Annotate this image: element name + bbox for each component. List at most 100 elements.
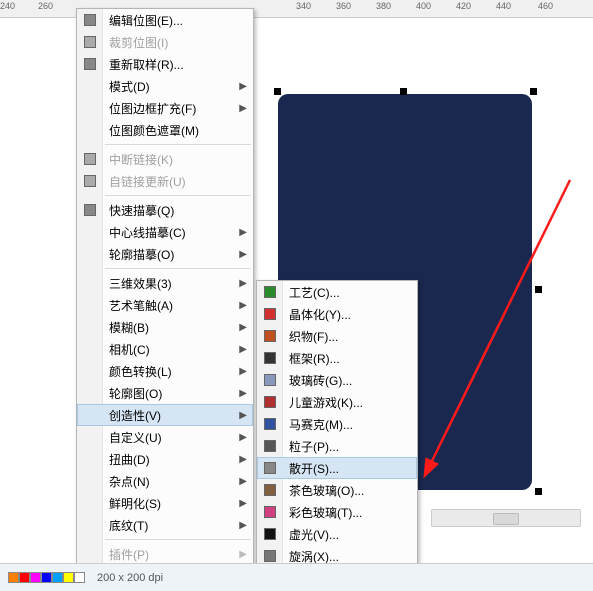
- menu-item-mosaic[interactable]: 马赛克(M)...: [257, 413, 417, 435]
- submenu-arrow-icon: ▶: [239, 388, 247, 399]
- menu-item-edit-bitmap[interactable]: 编辑位图(E)...: [77, 9, 253, 31]
- menu-item-frame[interactable]: 框架(R)...: [257, 347, 417, 369]
- ruler-mark: 360: [336, 1, 351, 11]
- color-swatch[interactable]: [74, 572, 85, 583]
- submenu-arrow-icon: ▶: [239, 300, 247, 311]
- menu-item-艺术笔触(A)[interactable]: 艺术笔触(A) ▶: [77, 294, 253, 316]
- menu-item-位图颜色遮罩(M)[interactable]: 位图颜色遮罩(M): [77, 119, 253, 141]
- selection-handle[interactable]: [400, 88, 407, 95]
- menu-item-杂点(N)[interactable]: 杂点(N)▶: [77, 470, 253, 492]
- fabric-icon: [262, 328, 278, 344]
- menu-item-label: 艺术笔触(A): [109, 297, 173, 314]
- status-bar: 200 x 200 dpi: [0, 563, 593, 591]
- menu-item-模糊(B)[interactable]: 模糊(B)▶: [77, 316, 253, 338]
- menu-item-quick-trace[interactable]: 快速描摹(Q): [77, 199, 253, 221]
- color-swatch[interactable]: [30, 572, 41, 583]
- menu-item-label: 鲜明化(S): [109, 495, 161, 512]
- submenu-arrow-icon: ▶: [239, 344, 247, 355]
- menu-item-label: 自链接更新(U): [109, 173, 186, 190]
- submenu-arrow-icon: ▶: [239, 410, 247, 421]
- menu-item-label: 散开(S)...: [289, 460, 339, 477]
- menu-item-label: 位图边框扩充(F): [109, 100, 196, 117]
- resample-icon: [82, 56, 98, 72]
- menu-item-相机(C)[interactable]: 相机(C) ▶: [77, 338, 253, 360]
- menu-item-颜色转换(L)[interactable]: 颜色转换(L) ▶: [77, 360, 253, 382]
- menu-item-resample[interactable]: 重新取样(R)...: [77, 53, 253, 75]
- crop-bitmap-icon: [82, 34, 98, 50]
- menu-separator: [105, 539, 251, 540]
- menu-item-update-link: 自链接更新(U): [77, 170, 253, 192]
- menu-item-模式(D)[interactable]: 模式(D) ▶: [77, 75, 253, 97]
- menu-item-label: 晶体化(Y)...: [289, 306, 351, 323]
- ruler-mark: 340: [296, 1, 311, 11]
- menu-item-particle[interactable]: 粒子(P)...: [257, 435, 417, 457]
- submenu-arrow-icon: ▶: [239, 81, 247, 92]
- selection-handle[interactable]: [274, 88, 281, 95]
- menu-item-轮廓图(O)[interactable]: 轮廓图(O) ▶: [77, 382, 253, 404]
- menu-item-fabric[interactable]: 织物(F)...: [257, 325, 417, 347]
- menu-item-label: 中断链接(K): [109, 151, 173, 168]
- menu-item-vignette[interactable]: 虚光(V)...: [257, 523, 417, 545]
- submenu-arrow-icon: ▶: [239, 278, 247, 289]
- bitmap-menu: 编辑位图(E)... 裁剪位图(I) 重新取样(R)... 模式(D) ▶ 位图边框扩充(…: [76, 8, 254, 566]
- menu-item-插件(P): 插件(P) ▶: [77, 543, 253, 565]
- menu-item-自定义(U)[interactable]: 自定义(U)▶: [77, 426, 253, 448]
- color-palette[interactable]: [8, 572, 85, 583]
- color-swatch[interactable]: [52, 572, 63, 583]
- menu-item-label: 中心线描摹(C): [109, 224, 186, 241]
- menu-item-stained[interactable]: 彩色玻璃(T)...: [257, 501, 417, 523]
- menu-item-label: 儿童游戏(K)...: [289, 394, 363, 411]
- menu-item-label: 彩色玻璃(T)...: [289, 504, 362, 521]
- submenu-arrow-icon: ▶: [239, 322, 247, 333]
- menu-item-glass-block[interactable]: 玻璃砖(G)...: [257, 369, 417, 391]
- craft-icon: [262, 284, 278, 300]
- menu-item-crystal[interactable]: 晶体化(Y)...: [257, 303, 417, 325]
- menu-separator: [105, 144, 251, 145]
- menu-item-label: 相机(C): [109, 341, 150, 358]
- submenu-arrow-icon: ▶: [239, 549, 247, 560]
- submenu-arrow-icon: ▶: [239, 498, 247, 509]
- edit-bitmap-icon: [82, 12, 98, 28]
- menu-item-label: 裁剪位图(I): [109, 34, 168, 51]
- menu-item-三维效果(3)[interactable]: 三维效果(3)▶: [77, 272, 253, 294]
- menu-item-scatter[interactable]: 散开(S)...: [257, 457, 417, 479]
- status-dpi: 200 x 200 dpi: [97, 572, 163, 584]
- menu-item-位图边框扩充(F)[interactable]: 位图边框扩充(F)▶: [77, 97, 253, 119]
- menu-item-craft[interactable]: 工艺(C)...: [257, 281, 417, 303]
- menu-item-label: 粒子(P)...: [289, 438, 339, 455]
- menu-item-label: 快速描摹(Q): [109, 202, 174, 219]
- selection-handle[interactable]: [530, 88, 537, 95]
- menu-item-扭曲(D)[interactable]: 扭曲(D) ▶: [77, 448, 253, 470]
- color-swatch[interactable]: [19, 572, 30, 583]
- menu-item-label: 杂点(N): [109, 473, 150, 490]
- menu-item-label: 模式(D): [109, 78, 150, 95]
- color-swatch[interactable]: [41, 572, 52, 583]
- quick-trace-icon: [82, 202, 98, 218]
- submenu-arrow-icon: ▶: [239, 454, 247, 465]
- menu-item-中心线描摹(C)[interactable]: 中心线描摹(C)▶: [77, 221, 253, 243]
- menu-item-label: 自定义(U): [109, 429, 162, 446]
- menu-item-轮廓描摹(O)[interactable]: 轮廓描摹(O)▶: [77, 243, 253, 265]
- frame-icon: [262, 350, 278, 366]
- menu-item-label: 工艺(C)...: [289, 284, 340, 301]
- stained-icon: [262, 504, 278, 520]
- menu-item-label: 颜色转换(L): [109, 363, 172, 380]
- menu-item-label: 马赛克(M)...: [289, 416, 353, 433]
- selection-handle[interactable]: [535, 488, 542, 495]
- menu-item-smoke-glass[interactable]: 茶色玻璃(O)...: [257, 479, 417, 501]
- menu-item-底纹(T)[interactable]: 底纹(T)▶: [77, 514, 253, 536]
- menu-item-创造性(V)[interactable]: 创造性(V)▶: [77, 404, 253, 426]
- menu-item-kids[interactable]: 儿童游戏(K)...: [257, 391, 417, 413]
- color-swatch[interactable]: [63, 572, 74, 583]
- ruler-mark: 380: [376, 1, 391, 11]
- menu-item-label: 轮廓描摹(O): [109, 246, 174, 263]
- horizontal-scrollbar[interactable]: [431, 509, 581, 527]
- selection-handle[interactable]: [535, 286, 542, 293]
- menu-item-label: 轮廓图(O): [109, 385, 162, 402]
- menu-item-label: 插件(P): [109, 546, 149, 563]
- menu-item-鲜明化(S)[interactable]: 鲜明化(S) ▶: [77, 492, 253, 514]
- color-swatch[interactable]: [8, 572, 19, 583]
- submenu-arrow-icon: ▶: [239, 366, 247, 377]
- menu-item-label: 扭曲(D): [109, 451, 150, 468]
- ruler-mark: 240: [0, 1, 15, 11]
